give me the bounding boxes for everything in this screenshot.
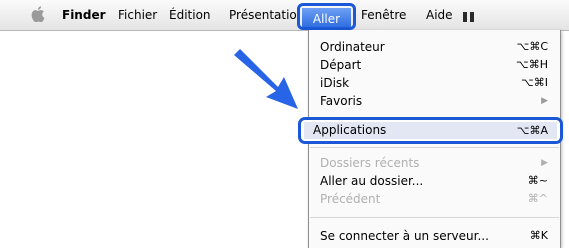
menu-finder[interactable]: Finder (62, 0, 106, 30)
menu-item-shortcut: ⌥⌘A (516, 124, 548, 137)
menu-presentation[interactable]: Présentation (229, 0, 297, 30)
pointer-arrow-icon (234, 49, 298, 109)
menu-item-depart[interactable]: Départ ⌥⌘H (309, 56, 560, 74)
menu-item-se-connecter[interactable]: Se connecter à un serveur... ⌘K (309, 227, 560, 245)
applications-highlight: Applications ⌥⌘A (304, 122, 557, 139)
submenu-arrow-icon: ▶ (541, 96, 548, 106)
menu-item-label: Applications (313, 123, 387, 137)
apple-icon[interactable] (31, 6, 45, 22)
menu-item-label: Favoris (320, 94, 363, 108)
menu-edition[interactable]: Édition (169, 0, 211, 30)
submenu-arrow-icon: ▶ (541, 158, 548, 168)
menu-aide[interactable]: Aide (426, 0, 453, 30)
menu-aller[interactable]: Aller (302, 8, 351, 27)
menu-item-shortcut: ⌥⌘I (521, 76, 548, 89)
menu-item-ordinateur[interactable]: Ordinateur ⌥⌘C (309, 38, 560, 56)
menu-separator (310, 147, 559, 148)
menu-item-shortcut: ⌥⌘H (516, 58, 548, 71)
menu-item-favoris[interactable]: Favoris ▶ (309, 92, 560, 110)
menu-item-label: Départ (320, 58, 362, 72)
menu-item-label: iDisk (320, 76, 350, 90)
menu-fichier[interactable]: Fichier (118, 0, 157, 30)
menu-item-label: Aller au dossier... (320, 174, 424, 188)
menu-bar: Finder Fichier Édition Présentation Alle… (0, 0, 569, 31)
menu-aller-highlight-box[interactable]: Aller (297, 3, 356, 30)
menu-item-label: Précédent (320, 192, 381, 206)
menu-item-label: Ordinateur (320, 40, 385, 54)
menu-item-idisk[interactable]: iDisk ⌥⌘I (309, 74, 560, 92)
menu-separator (310, 217, 559, 218)
menu-item-precedent: Précédent ⌘^ (309, 190, 560, 208)
menu-item-label: Dossiers récents (320, 156, 420, 170)
menu-aller-selected: Aller (302, 8, 351, 27)
menu-item-shortcut: ⌘K (529, 229, 548, 242)
menu-item-dossiers-recents: Dossiers récents ▶ (309, 154, 560, 172)
menu-fenetre[interactable]: Fenêtre (361, 0, 406, 30)
menu-item-aller-au-dossier[interactable]: Aller au dossier... ⌘~ (309, 172, 560, 190)
menu-item-applications[interactable]: Applications ⌥⌘A (298, 117, 563, 144)
menu-item-shortcut: ⌥⌘C (516, 40, 548, 53)
menu-item-label: Se connecter à un serveur... (320, 229, 489, 243)
menu-extra-icon[interactable] (463, 11, 477, 25)
menu-item-shortcut: ⌘~ (527, 174, 548, 187)
menu-item-shortcut: ⌘^ (527, 192, 548, 205)
